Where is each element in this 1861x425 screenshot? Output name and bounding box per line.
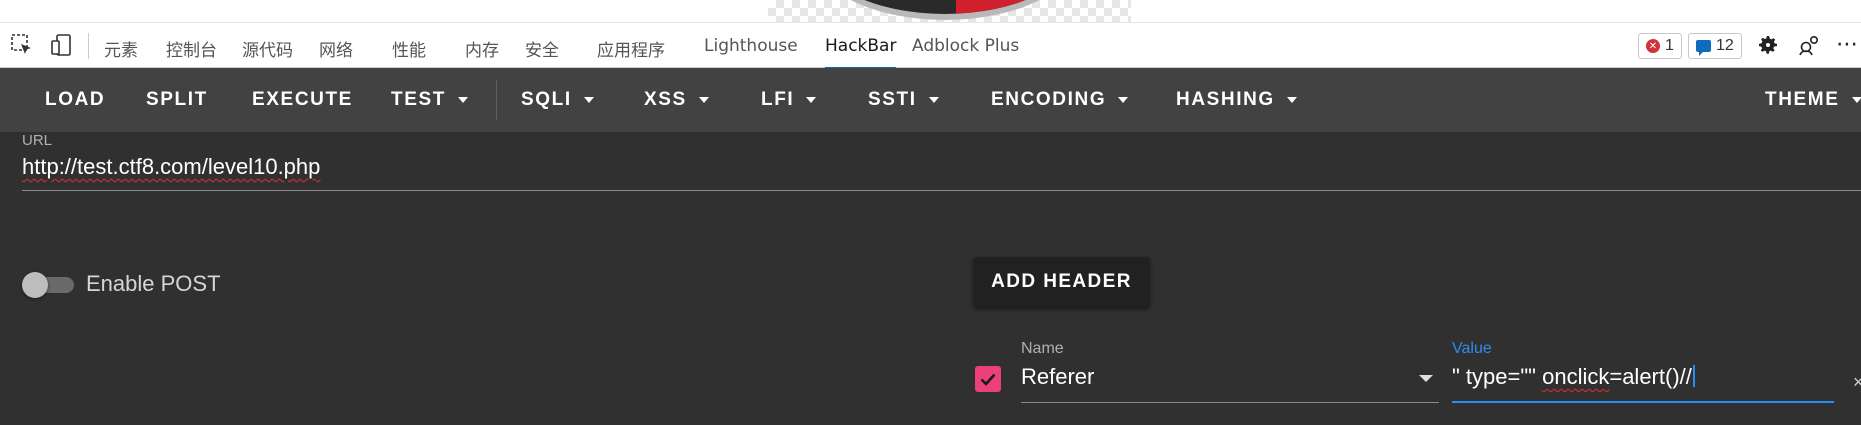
chevron-down-icon bbox=[457, 97, 468, 103]
devtools-tab-bar: 元素 控制台 源代码 网络 性能 内存 安全 应用程序 Lighthouse H… bbox=[0, 22, 1861, 69]
url-input[interactable]: http://test.ctf8.com/level10.php bbox=[22, 154, 320, 180]
remove-header-icon[interactable]: × bbox=[1853, 372, 1861, 393]
execute-button[interactable]: EXECUTE bbox=[252, 68, 353, 132]
theme-label: THEME bbox=[1765, 89, 1840, 110]
chevron-down-icon bbox=[1118, 97, 1129, 103]
settings-gear-icon[interactable] bbox=[1756, 33, 1780, 57]
hashing-label: HASHING bbox=[1176, 89, 1275, 110]
dropdown-arrow-icon[interactable] bbox=[1419, 375, 1433, 382]
lfi-menu-button[interactable]: LFI bbox=[761, 68, 817, 132]
theme-menu-button[interactable]: THEME bbox=[1765, 68, 1861, 132]
header-value-input[interactable]: " type="" onclick=alert()// bbox=[1452, 364, 1695, 390]
header-name-underline bbox=[1021, 402, 1439, 403]
checkmark-icon bbox=[980, 373, 996, 386]
split-label: SPLIT bbox=[146, 89, 208, 110]
more-icon[interactable]: ⋯ bbox=[1836, 31, 1860, 56]
device-emulation-icon[interactable] bbox=[49, 33, 73, 57]
tab-security[interactable]: 安全 bbox=[525, 36, 559, 61]
toolbar-separator bbox=[88, 33, 89, 59]
chevron-down-icon bbox=[928, 97, 939, 103]
enable-post-toggle[interactable] bbox=[22, 272, 74, 298]
tab-memory[interactable]: 内存 bbox=[465, 36, 499, 61]
header-value-suffix: =alert()// bbox=[1609, 364, 1692, 389]
error-icon: ✕ bbox=[1646, 39, 1660, 53]
header-value-underline bbox=[1452, 401, 1834, 403]
tab-console[interactable]: 控制台 bbox=[166, 36, 217, 61]
url-input-underline bbox=[22, 190, 1861, 191]
test-label: TEST bbox=[391, 89, 446, 110]
hackbar-toolbar: LOAD SPLIT EXECUTE TEST SQLI XSS LFI SST… bbox=[0, 68, 1861, 132]
chevron-down-icon bbox=[1851, 97, 1861, 103]
header-name-label: Name bbox=[1021, 340, 1064, 357]
customize-icon[interactable] bbox=[1797, 33, 1821, 57]
error-count: 1 bbox=[1665, 37, 1674, 54]
message-count-badge[interactable]: 12 bbox=[1688, 33, 1742, 59]
load-label: LOAD bbox=[45, 89, 106, 110]
ssti-label: SSTI bbox=[868, 89, 917, 110]
header-name-select[interactable]: Referer bbox=[1021, 364, 1094, 390]
toolbar-divider bbox=[496, 80, 497, 120]
encoding-label: ENCODING bbox=[991, 89, 1107, 110]
sqli-menu-button[interactable]: SQLI bbox=[521, 68, 594, 132]
tab-elements[interactable]: 元素 bbox=[104, 36, 138, 61]
execute-label: EXECUTE bbox=[252, 89, 353, 110]
tab-sources[interactable]: 源代码 bbox=[242, 36, 293, 61]
inspect-element-icon[interactable] bbox=[10, 33, 34, 57]
message-icon bbox=[1696, 40, 1711, 56]
test-menu-button[interactable]: TEST bbox=[391, 68, 468, 132]
toggle-thumb bbox=[22, 272, 48, 298]
header-enabled-checkbox[interactable] bbox=[975, 366, 1001, 392]
tab-application[interactable]: 应用程序 bbox=[597, 36, 665, 61]
tab-performance[interactable]: 性能 bbox=[392, 36, 426, 61]
tab-network[interactable]: 网络 bbox=[319, 36, 353, 61]
chevron-down-icon bbox=[583, 97, 594, 103]
header-value-prefix: " type="" bbox=[1452, 364, 1543, 389]
url-field-label: URL bbox=[22, 132, 53, 149]
chevron-down-icon bbox=[1286, 97, 1297, 103]
url-input-value: http://test.ctf8.com/level10.php bbox=[22, 154, 321, 179]
page-content-strip bbox=[0, 0, 1861, 22]
tab-adblock-plus[interactable]: Adblock Plus bbox=[912, 36, 1019, 56]
header-value-label: Value bbox=[1452, 340, 1492, 357]
message-count: 12 bbox=[1716, 37, 1734, 54]
tab-lighthouse[interactable]: Lighthouse bbox=[704, 36, 798, 56]
xss-label: XSS bbox=[644, 89, 687, 110]
error-count-badge[interactable]: ✕ 1 bbox=[1638, 33, 1682, 59]
tab-hackbar[interactable]: HackBar bbox=[825, 36, 897, 69]
header-value-squiggle: onclick bbox=[1542, 364, 1610, 389]
sqli-label: SQLI bbox=[521, 89, 572, 110]
add-header-label: ADD HEADER bbox=[991, 271, 1132, 292]
split-button[interactable]: SPLIT bbox=[146, 68, 208, 132]
text-cursor bbox=[1692, 365, 1695, 387]
add-header-button[interactable]: ADD HEADER bbox=[973, 257, 1150, 307]
chevron-down-icon bbox=[698, 97, 709, 103]
hackbar-main-panel: URL http://test.ctf8.com/level10.php Ena… bbox=[0, 132, 1861, 425]
hashing-menu-button[interactable]: HASHING bbox=[1176, 68, 1297, 132]
encoding-menu-button[interactable]: ENCODING bbox=[991, 68, 1129, 132]
ssti-menu-button[interactable]: SSTI bbox=[868, 68, 939, 132]
lfi-label: LFI bbox=[761, 89, 795, 110]
enable-post-label: Enable POST bbox=[86, 271, 221, 296]
load-button[interactable]: LOAD bbox=[45, 68, 105, 132]
xss-menu-button[interactable]: XSS bbox=[644, 68, 709, 132]
chevron-down-icon bbox=[806, 97, 817, 103]
